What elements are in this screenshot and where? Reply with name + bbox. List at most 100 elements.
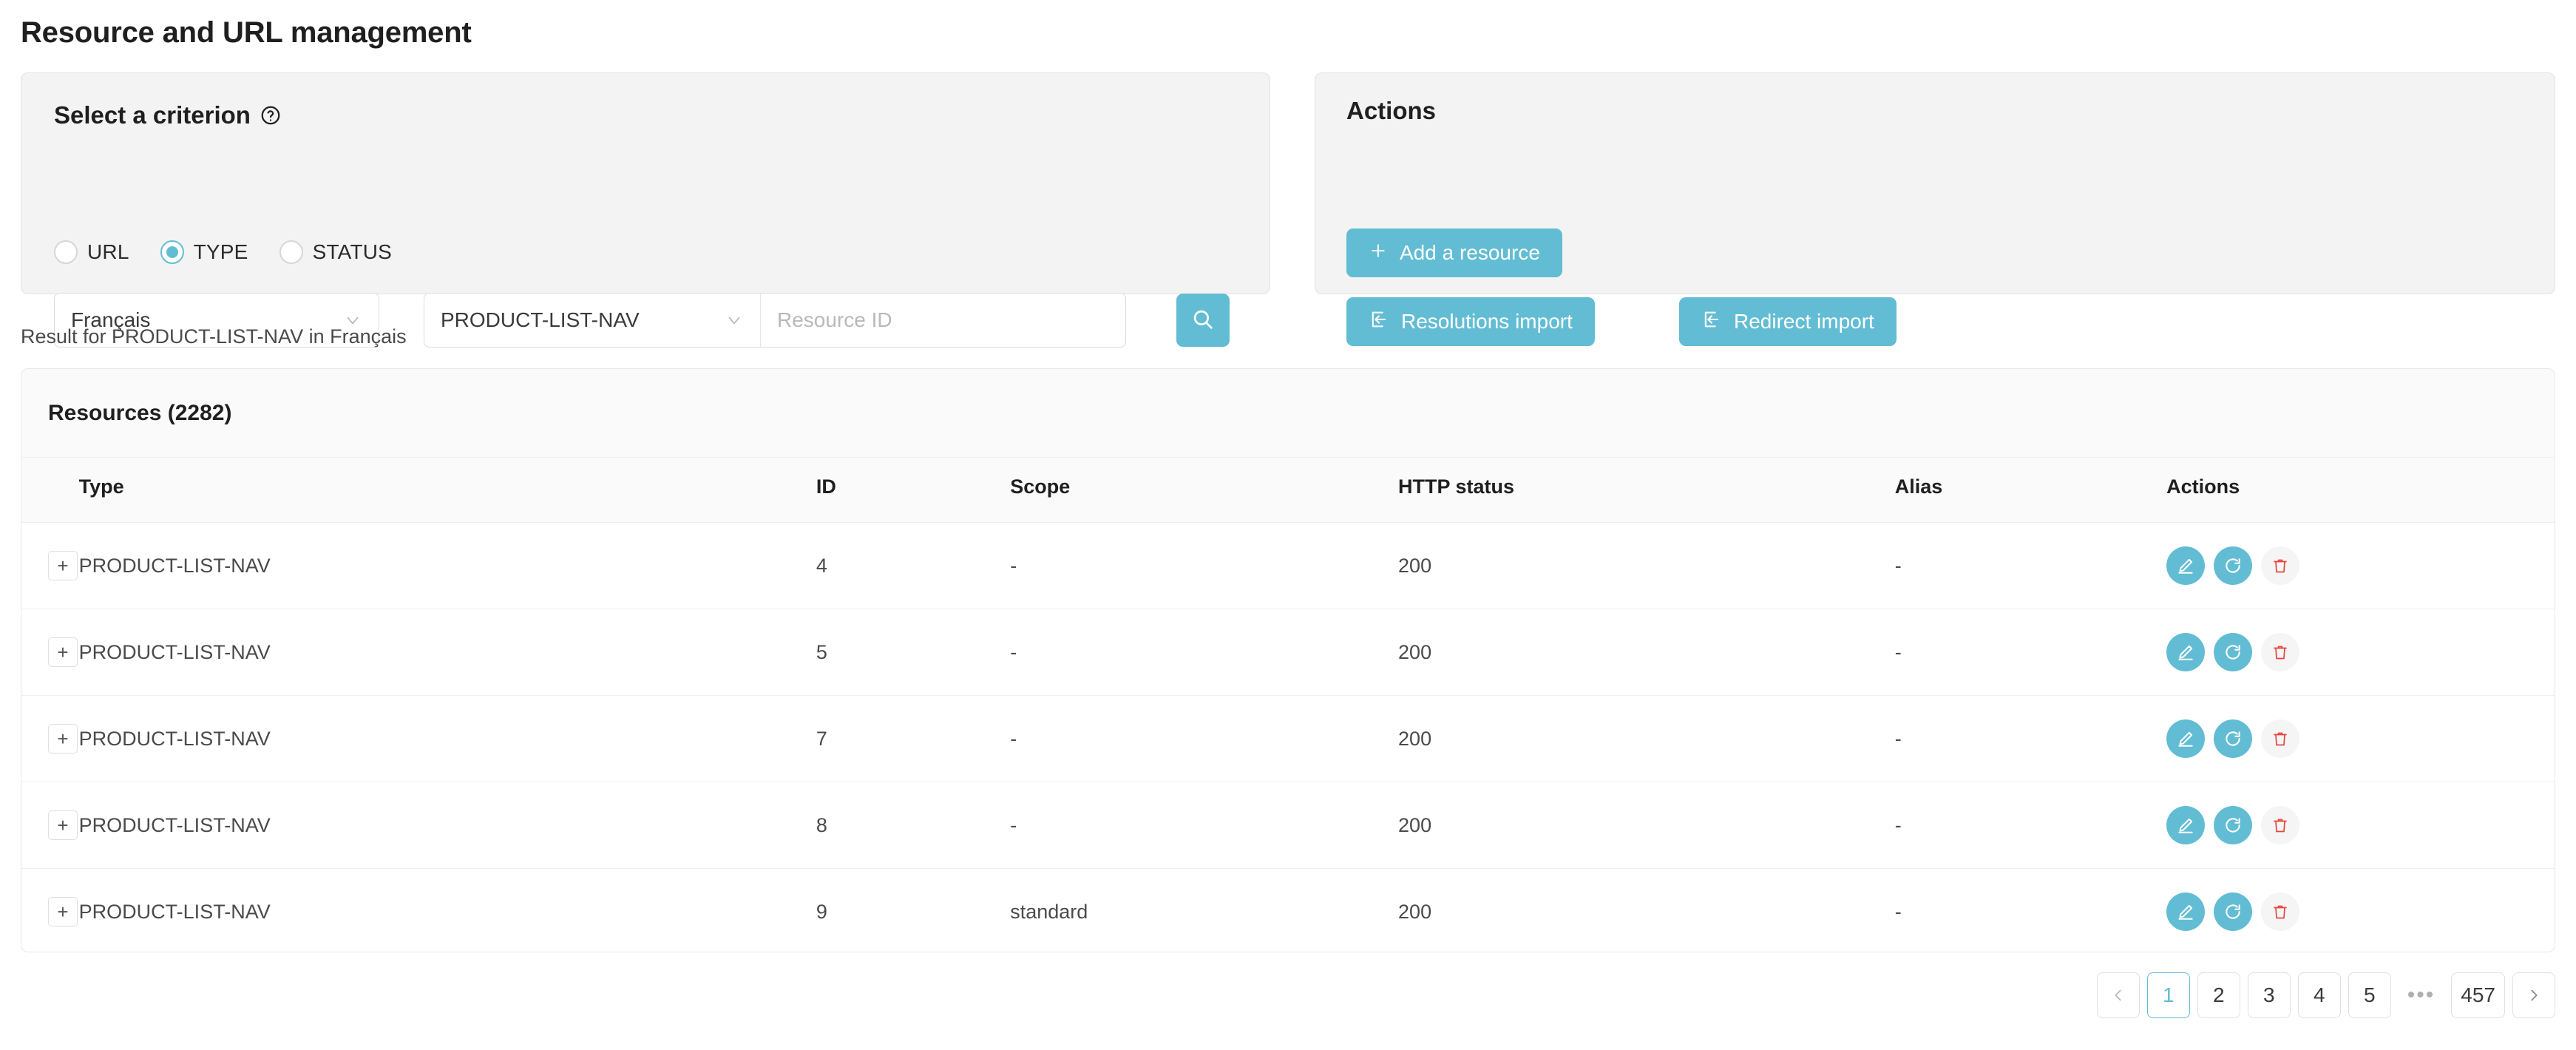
cell-http-status: 200: [1398, 695, 1895, 782]
column-header-type: Type: [78, 458, 816, 523]
import-icon: [1369, 309, 1389, 335]
redirect-import-label: Redirect import: [1734, 310, 1874, 333]
resources-table: Type ID Scope HTTP status Alias Actions …: [21, 458, 2555, 952]
column-header-alias: Alias: [1894, 458, 2167, 523]
cell-alias: -: [1894, 609, 2167, 696]
cell-alias: -: [1894, 695, 2167, 782]
table-row: + PRODUCT-LIST-NAV 4 - 200 -: [21, 522, 2555, 609]
row-action-group: [2166, 633, 2555, 671]
refresh-icon[interactable]: [2214, 633, 2253, 671]
pencil-edit-icon[interactable]: [2166, 806, 2206, 844]
expand-row-button[interactable]: +: [48, 637, 78, 667]
cell-scope: -: [1010, 782, 1399, 869]
redirect-import-button[interactable]: Redirect import: [1679, 297, 1897, 346]
pencil-edit-icon[interactable]: [2166, 633, 2206, 671]
cell-type: PRODUCT-LIST-NAV: [78, 695, 816, 782]
column-header-id: ID: [816, 458, 1011, 523]
page-title: Resource and URL management: [21, 16, 472, 49]
row-action-group: [2166, 892, 2555, 931]
pencil-edit-icon[interactable]: [2166, 892, 2206, 931]
actions-card: Actions Add a resource Resolutions impor…: [1315, 72, 2555, 346]
trash-delete-icon[interactable]: [2261, 719, 2300, 758]
trash-delete-icon[interactable]: [2261, 806, 2300, 844]
type-select-value: PRODUCT-LIST-NAV: [441, 308, 640, 331]
refresh-icon[interactable]: [2214, 719, 2253, 758]
cell-alias: -: [1894, 782, 2167, 869]
add-resource-label: Add a resource: [1400, 241, 1540, 264]
pagination-last-page[interactable]: 457: [2451, 972, 2505, 1018]
row-action-group: [2166, 546, 2555, 585]
trash-delete-icon[interactable]: [2261, 892, 2300, 931]
cell-scope: -: [1010, 609, 1399, 696]
radio-option-status[interactable]: STATUS: [279, 240, 393, 264]
cell-actions: [2166, 868, 2555, 952]
row-action-group: [2166, 719, 2555, 758]
criterion-card: Select a criterion URL TYPE STATUS Franç…: [21, 72, 1270, 348]
pagination-next-button[interactable]: [2512, 972, 2555, 1018]
cell-http-status: 200: [1398, 782, 1895, 869]
pencil-edit-icon[interactable]: [2166, 546, 2206, 585]
table-row: + PRODUCT-LIST-NAV 5 - 200 -: [21, 609, 2555, 696]
row-action-group: [2166, 806, 2555, 844]
expand-row-button[interactable]: +: [48, 897, 78, 927]
refresh-icon[interactable]: [2214, 892, 2253, 931]
cell-actions: [2166, 695, 2555, 782]
table-row: + PRODUCT-LIST-NAV 7 - 200 -: [21, 695, 2555, 782]
column-header-expand: [21, 458, 79, 523]
chevron-down-icon: [725, 311, 744, 330]
expand-cell: +: [21, 868, 79, 952]
resources-table-header: Resources (2282): [21, 369, 2555, 458]
table-row: + PRODUCT-LIST-NAV 8 - 200 -: [21, 782, 2555, 869]
type-select[interactable]: PRODUCT-LIST-NAV: [424, 294, 761, 347]
cell-actions: [2166, 609, 2555, 696]
radio-option-url[interactable]: URL: [54, 240, 129, 264]
radio-label-url: URL: [87, 240, 129, 263]
pagination-page-3[interactable]: 3: [2247, 972, 2291, 1018]
trash-delete-icon[interactable]: [2261, 633, 2300, 671]
add-resource-button[interactable]: Add a resource: [1346, 228, 1562, 277]
pagination-prev-button[interactable]: [2096, 972, 2140, 1018]
criterion-radio-group: URL TYPE STATUS: [54, 240, 423, 264]
radio-option-type[interactable]: TYPE: [160, 240, 248, 264]
expand-row-button[interactable]: +: [48, 810, 78, 840]
expand-row-button[interactable]: +: [48, 551, 78, 580]
import-icon: [1701, 309, 1722, 335]
radio-label-status: STATUS: [312, 240, 393, 263]
resolutions-import-button[interactable]: Resolutions import: [1346, 297, 1595, 346]
table-header-row: Type ID Scope HTTP status Alias Actions: [21, 458, 2555, 523]
pencil-edit-icon[interactable]: [2166, 719, 2206, 758]
pagination-page-4[interactable]: 4: [2297, 972, 2341, 1018]
cell-alias: -: [1894, 868, 2167, 952]
pagination-ellipsis: •••: [2407, 983, 2436, 1007]
pagination-page-2[interactable]: 2: [2197, 972, 2240, 1018]
trash-delete-icon[interactable]: [2261, 546, 2300, 585]
refresh-icon[interactable]: [2214, 546, 2253, 585]
cell-id: 8: [816, 782, 1011, 869]
refresh-icon[interactable]: [2214, 806, 2253, 844]
chevron-right-icon: [2531, 989, 2538, 1001]
column-header-http-status: HTTP status: [1398, 458, 1895, 523]
cell-scope: standard: [1010, 868, 1399, 952]
cell-alias: -: [1894, 522, 2167, 609]
cell-type: PRODUCT-LIST-NAV: [78, 782, 816, 869]
radio-dot-status[interactable]: [279, 240, 303, 264]
search-button[interactable]: [1176, 294, 1230, 347]
radio-label-type: TYPE: [193, 240, 248, 263]
table-body: + PRODUCT-LIST-NAV 4 - 200 - + PRODUCT-L…: [21, 522, 2555, 952]
resource-id-input[interactable]: [761, 294, 1125, 347]
pagination-page-5[interactable]: 5: [2348, 972, 2391, 1018]
cell-scope: -: [1010, 522, 1399, 609]
radio-dot-type[interactable]: [160, 240, 184, 264]
cell-scope: -: [1010, 695, 1399, 782]
question-circle-icon[interactable]: [260, 104, 282, 126]
cell-actions: [2166, 782, 2555, 869]
criterion-heading: Select a criterion: [54, 101, 282, 129]
pagination-page-1[interactable]: 1: [2146, 972, 2190, 1018]
resolutions-import-label: Resolutions import: [1401, 310, 1573, 333]
radio-dot-url[interactable]: [54, 240, 78, 264]
cell-actions: [2166, 522, 2555, 609]
cell-http-status: 200: [1398, 868, 1895, 952]
cell-id: 5: [816, 609, 1011, 696]
expand-row-button[interactable]: +: [48, 724, 78, 753]
page-root: Resource and URL management Select a cri…: [0, 0, 2576, 1050]
